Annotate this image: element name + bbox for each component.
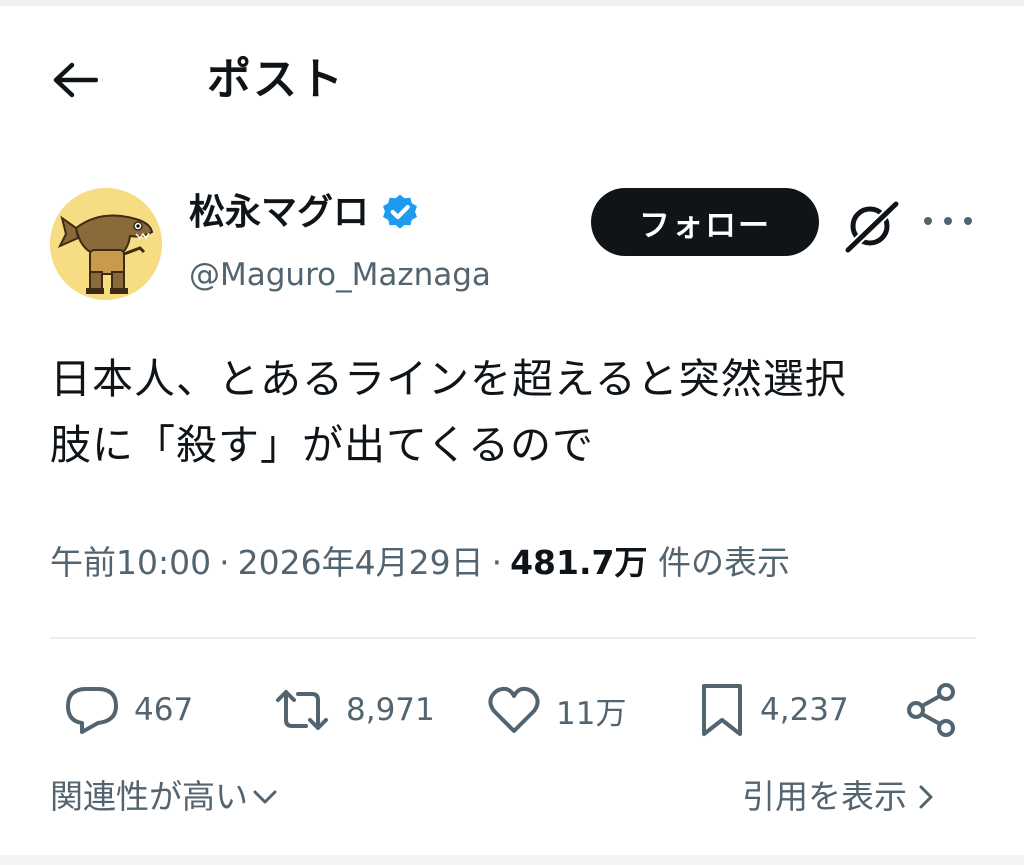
repost-button[interactable]: 8,971 bbox=[272, 675, 435, 745]
view-quotes-label: 引用を表示 bbox=[742, 777, 907, 816]
like-button[interactable]: 11万 bbox=[486, 675, 626, 745]
avatar[interactable] bbox=[50, 188, 162, 300]
sort-label: 関連性が高い bbox=[50, 777, 248, 816]
sort-dropdown[interactable]: 関連性が高い bbox=[50, 772, 278, 822]
post-text: 日本人、とあるラインを超えると突然選択 肢に「殺す」が出てくるので bbox=[50, 346, 980, 478]
grok-icon bbox=[843, 199, 901, 255]
meta-separator: · bbox=[219, 543, 230, 582]
post-meta: 午前10:00 · 2026年4月29日 · 481.7万 件の表示 bbox=[50, 538, 790, 588]
page-title: ポスト bbox=[207, 54, 345, 105]
share-button[interactable] bbox=[904, 675, 958, 745]
reply-count: 467 bbox=[134, 692, 194, 728]
bookmark-icon bbox=[702, 684, 742, 736]
author-handle[interactable]: @Maguro_Maznaga bbox=[189, 252, 491, 298]
author-name-row[interactable]: 松永マグロ bbox=[189, 188, 421, 238]
top-edge bbox=[0, 0, 1024, 6]
more-dot-icon bbox=[964, 217, 972, 225]
post-text-line: 日本人、とあるラインを超えると突然選択 bbox=[50, 355, 847, 403]
bookmark-count: 4,237 bbox=[760, 692, 849, 728]
follow-button[interactable]: フォロー bbox=[591, 188, 819, 256]
more-options-button[interactable] bbox=[924, 206, 972, 236]
verified-badge-icon bbox=[383, 194, 417, 229]
repost-icon bbox=[276, 690, 328, 730]
arrow-left-icon bbox=[53, 62, 98, 98]
view-quotes-link[interactable]: 引用を表示 bbox=[742, 772, 935, 822]
grok-button[interactable] bbox=[842, 198, 902, 255]
repost-count: 8,971 bbox=[346, 692, 435, 728]
bottom-edge bbox=[0, 855, 1024, 865]
back-button[interactable] bbox=[48, 58, 102, 102]
share-icon bbox=[907, 683, 955, 737]
post-date[interactable]: 2026年4月29日 bbox=[238, 543, 484, 582]
more-dot-icon bbox=[944, 217, 952, 225]
bookmark-button[interactable]: 4,237 bbox=[698, 675, 849, 745]
reply-button[interactable]: 467 bbox=[64, 675, 193, 745]
action-bar: 467 8,971 11万 4,237 bbox=[0, 675, 1024, 745]
views-label: 件の表示 bbox=[657, 543, 790, 582]
tuna-mascot-icon bbox=[50, 188, 162, 300]
like-count: 11万 bbox=[556, 695, 627, 732]
more-dot-icon bbox=[924, 217, 932, 225]
chevron-right-icon bbox=[919, 785, 933, 809]
chevron-down-icon bbox=[253, 790, 277, 804]
heart-icon bbox=[488, 686, 540, 733]
reply-icon bbox=[66, 687, 118, 734]
meta-separator: · bbox=[491, 543, 503, 582]
author-display-name: 松永マグロ bbox=[189, 192, 370, 233]
header-bar: ポスト bbox=[0, 40, 1024, 120]
views-count: 481.7万 bbox=[510, 543, 648, 582]
post-text-line: 肢に「殺す」が出てくるので bbox=[50, 421, 594, 469]
divider bbox=[50, 637, 976, 639]
post-time[interactable]: 午前10:00 bbox=[50, 543, 211, 582]
